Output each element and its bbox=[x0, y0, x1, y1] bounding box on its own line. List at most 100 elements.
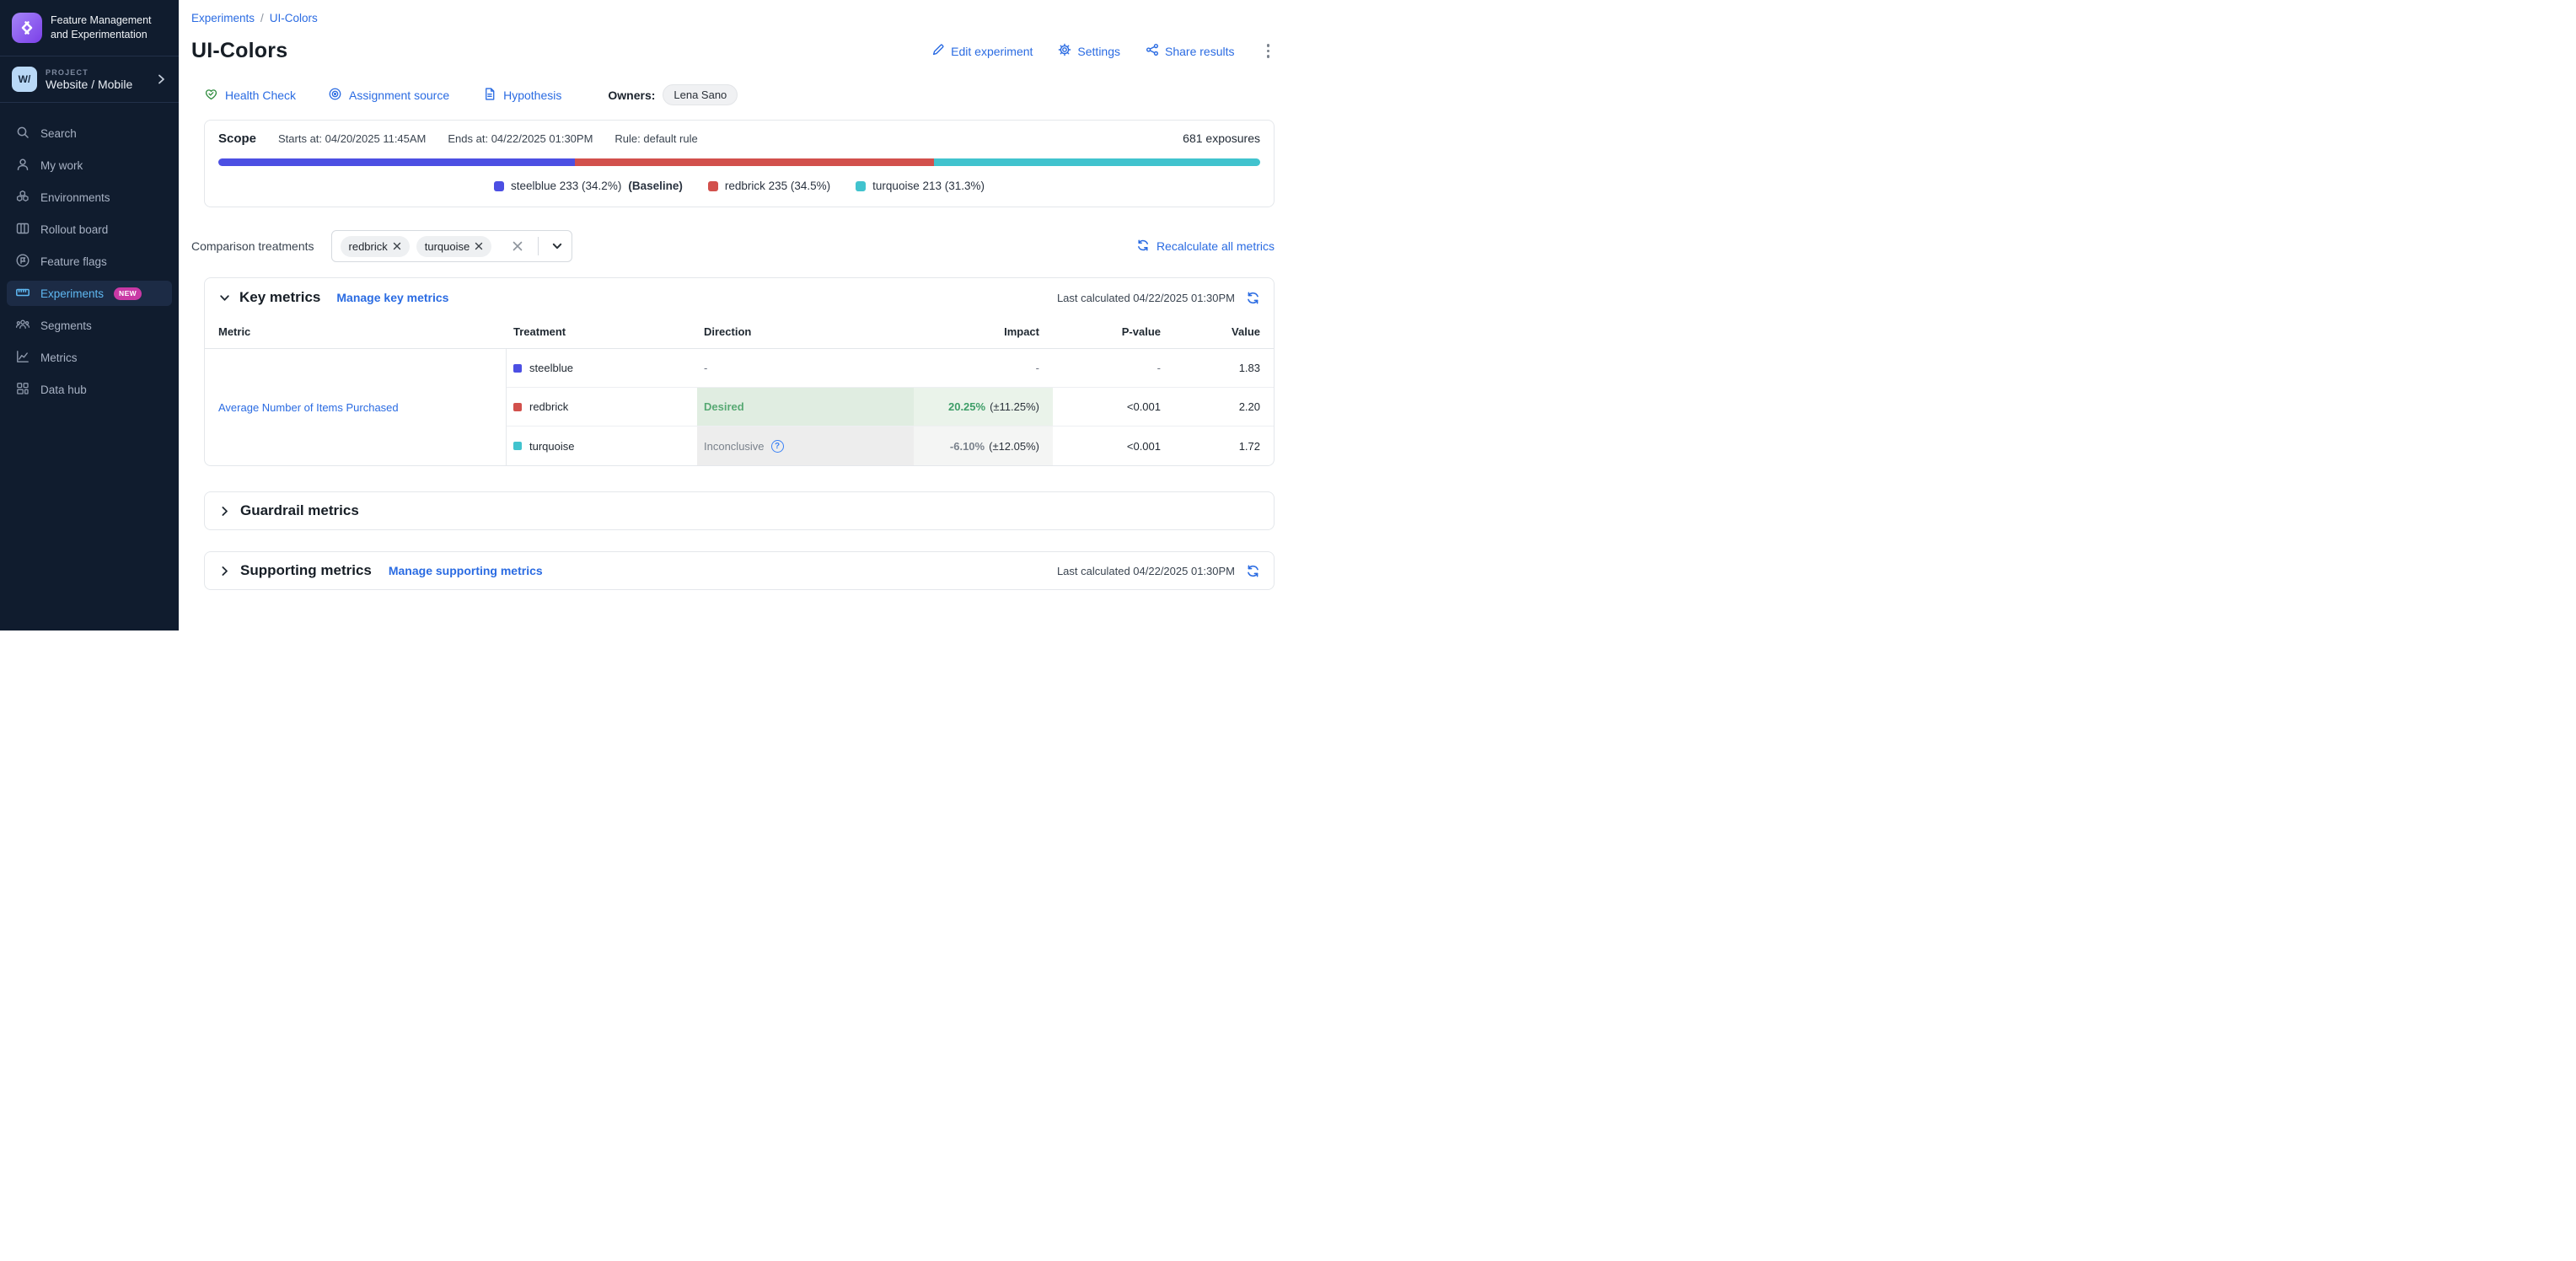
impact-cell: -6.10%(±12.05%) bbox=[914, 427, 1053, 465]
distribution-segment-steelblue bbox=[218, 158, 575, 166]
more-options-button[interactable] bbox=[1262, 42, 1275, 60]
col-header-treatment: Treatment bbox=[507, 317, 697, 349]
supporting-metrics-card: Supporting metrics Manage supporting met… bbox=[204, 551, 1275, 590]
remove-chip-icon[interactable] bbox=[475, 240, 483, 253]
breadcrumb-separator: / bbox=[260, 12, 264, 24]
direction-cell: Inconclusive? bbox=[697, 427, 914, 465]
user-icon bbox=[15, 157, 30, 174]
chip-turquoise[interactable]: turquoise bbox=[416, 236, 491, 257]
expand-chevron-icon[interactable] bbox=[218, 505, 231, 518]
clear-selection-icon[interactable] bbox=[510, 239, 525, 254]
chip-redbrick[interactable]: redbrick bbox=[341, 236, 410, 257]
sidebar-item-rollout-board[interactable]: Rollout board bbox=[7, 217, 172, 242]
key-metrics-table: Metric Treatment Direction Impact P-valu… bbox=[205, 317, 1274, 465]
distribution-legend: steelblue 233 (34.2%) (Baseline) redbric… bbox=[218, 180, 1260, 192]
redbrick-square bbox=[513, 403, 522, 411]
owners-label: Owners: bbox=[608, 89, 655, 102]
question-circle-icon[interactable]: ? bbox=[771, 440, 784, 453]
split-logo-icon bbox=[12, 13, 42, 43]
select-divider bbox=[538, 237, 539, 255]
share-results-button[interactable]: Share results bbox=[1146, 43, 1234, 59]
experiment-meta-row: Health Check Assignment source Hypothesi… bbox=[204, 84, 1275, 105]
owner-pill[interactable]: Lena Sano bbox=[663, 84, 738, 105]
app-header: Feature Management and Experimentation bbox=[0, 0, 179, 56]
remove-chip-icon[interactable] bbox=[393, 240, 401, 253]
value-cell: 1.83 bbox=[1174, 349, 1274, 388]
new-badge: NEW bbox=[114, 287, 142, 300]
flag-circle-icon bbox=[15, 253, 30, 271]
comparison-row: Comparison treatments redbrick turquoise… bbox=[191, 230, 1275, 262]
guardrail-metrics-title: Guardrail metrics bbox=[240, 502, 359, 519]
collapse-chevron-icon[interactable] bbox=[218, 292, 231, 304]
manage-supporting-metrics-link[interactable]: Manage supporting metrics bbox=[389, 564, 543, 577]
grid-icon bbox=[15, 381, 30, 399]
sidebar: Feature Management and Experimentation W… bbox=[0, 0, 179, 630]
bullseye-icon bbox=[328, 87, 342, 104]
project-name: Website / Mobile bbox=[46, 78, 132, 91]
sidebar-item-data-hub[interactable]: Data hub bbox=[7, 377, 172, 402]
owners: Owners: Lena Sano bbox=[608, 84, 738, 105]
ruler-icon bbox=[15, 285, 30, 303]
hypothesis-link[interactable]: Hypothesis bbox=[483, 87, 561, 104]
turquoise-swatch bbox=[856, 181, 866, 191]
refresh-icon[interactable] bbox=[1246, 291, 1260, 305]
gear-icon bbox=[1058, 43, 1071, 59]
col-header-metric: Metric bbox=[205, 317, 507, 349]
value-cell: 1.72 bbox=[1174, 427, 1274, 465]
recalculate-all-metrics-button[interactable]: Recalculate all metrics bbox=[1136, 239, 1275, 255]
sidebar-item-search[interactable]: Search bbox=[7, 121, 172, 146]
metric-link[interactable]: Average Number of Items Purchased bbox=[218, 401, 399, 414]
expand-chevron-icon[interactable] bbox=[218, 565, 231, 577]
project-badge: W/ bbox=[12, 67, 37, 92]
exposures-count: 681 exposures bbox=[1183, 131, 1260, 145]
page-header: UI-Colors Edit experiment Settings Share… bbox=[191, 39, 1275, 63]
health-check-link[interactable]: Health Check bbox=[204, 87, 296, 104]
app-title: Feature Management and Experimentation bbox=[51, 13, 167, 42]
last-calculated-text: Last calculated 04/22/2025 01:30PM bbox=[1057, 565, 1235, 577]
key-metrics-card: Key metrics Manage key metrics Last calc… bbox=[204, 277, 1275, 466]
direction-cell: Desired bbox=[697, 388, 914, 427]
search-icon bbox=[15, 125, 30, 142]
settings-button[interactable]: Settings bbox=[1058, 43, 1120, 59]
app-window: Feature Management and Experimentation W… bbox=[0, 0, 1288, 630]
page-title: UI-Colors bbox=[191, 39, 287, 63]
main-content: Experiments / UI-Colors UI-Colors Edit e… bbox=[179, 0, 1288, 630]
breadcrumb-current-link[interactable]: UI-Colors bbox=[270, 12, 318, 24]
direction-cell: - bbox=[697, 349, 914, 388]
sidebar-item-segments[interactable]: Segments bbox=[7, 313, 172, 338]
steelblue-swatch bbox=[494, 181, 504, 191]
pencil-icon bbox=[931, 43, 945, 59]
breadcrumb: Experiments / UI-Colors bbox=[191, 12, 1275, 24]
chevron-down-icon[interactable] bbox=[551, 240, 563, 252]
impact-cell: 20.25%(±11.25%) bbox=[914, 388, 1053, 427]
breadcrumb-experiments-link[interactable]: Experiments bbox=[191, 12, 255, 24]
refresh-icon[interactable] bbox=[1246, 564, 1260, 578]
project-switcher[interactable]: W/ PROJECT Website / Mobile bbox=[0, 56, 179, 103]
sidebar-item-environments[interactable]: Environments bbox=[7, 185, 172, 210]
legend-item-steelblue: steelblue 233 (34.2%) (Baseline) bbox=[494, 180, 683, 192]
col-header-pvalue: P-value bbox=[1053, 317, 1174, 349]
line-chart-icon bbox=[15, 349, 30, 367]
assignment-source-link[interactable]: Assignment source bbox=[328, 87, 449, 104]
pvalue-cell: <0.001 bbox=[1053, 427, 1174, 465]
sidebar-item-experiments[interactable]: Experiments NEW bbox=[7, 281, 172, 306]
impact-cell: - bbox=[914, 349, 1053, 388]
sidebar-item-my-work[interactable]: My work bbox=[7, 153, 172, 178]
sidebar-item-metrics[interactable]: Metrics bbox=[7, 345, 172, 370]
last-calculated-text: Last calculated 04/22/2025 01:30PM bbox=[1057, 292, 1235, 304]
treatments-select[interactable]: redbrick turquoise bbox=[331, 230, 572, 262]
people-icon bbox=[15, 317, 30, 335]
legend-item-turquoise: turquoise 213 (31.3%) bbox=[856, 180, 985, 192]
treatment-distribution-bar bbox=[218, 158, 1260, 166]
guardrail-metrics-card: Guardrail metrics bbox=[204, 491, 1275, 530]
sidebar-item-feature-flags[interactable]: Feature flags bbox=[7, 249, 172, 274]
header-actions: Edit experiment Settings Share results bbox=[931, 42, 1275, 60]
baseline-tag: (Baseline) bbox=[628, 180, 683, 192]
treatment-cell: turquoise bbox=[507, 427, 697, 465]
manage-key-metrics-link[interactable]: Manage key metrics bbox=[336, 291, 448, 304]
value-cell: 2.20 bbox=[1174, 388, 1274, 427]
col-header-value: Value bbox=[1174, 317, 1274, 349]
chevron-right-icon bbox=[155, 73, 167, 85]
scope-rule: Rule: default rule bbox=[614, 132, 697, 145]
edit-experiment-button[interactable]: Edit experiment bbox=[931, 43, 1033, 59]
